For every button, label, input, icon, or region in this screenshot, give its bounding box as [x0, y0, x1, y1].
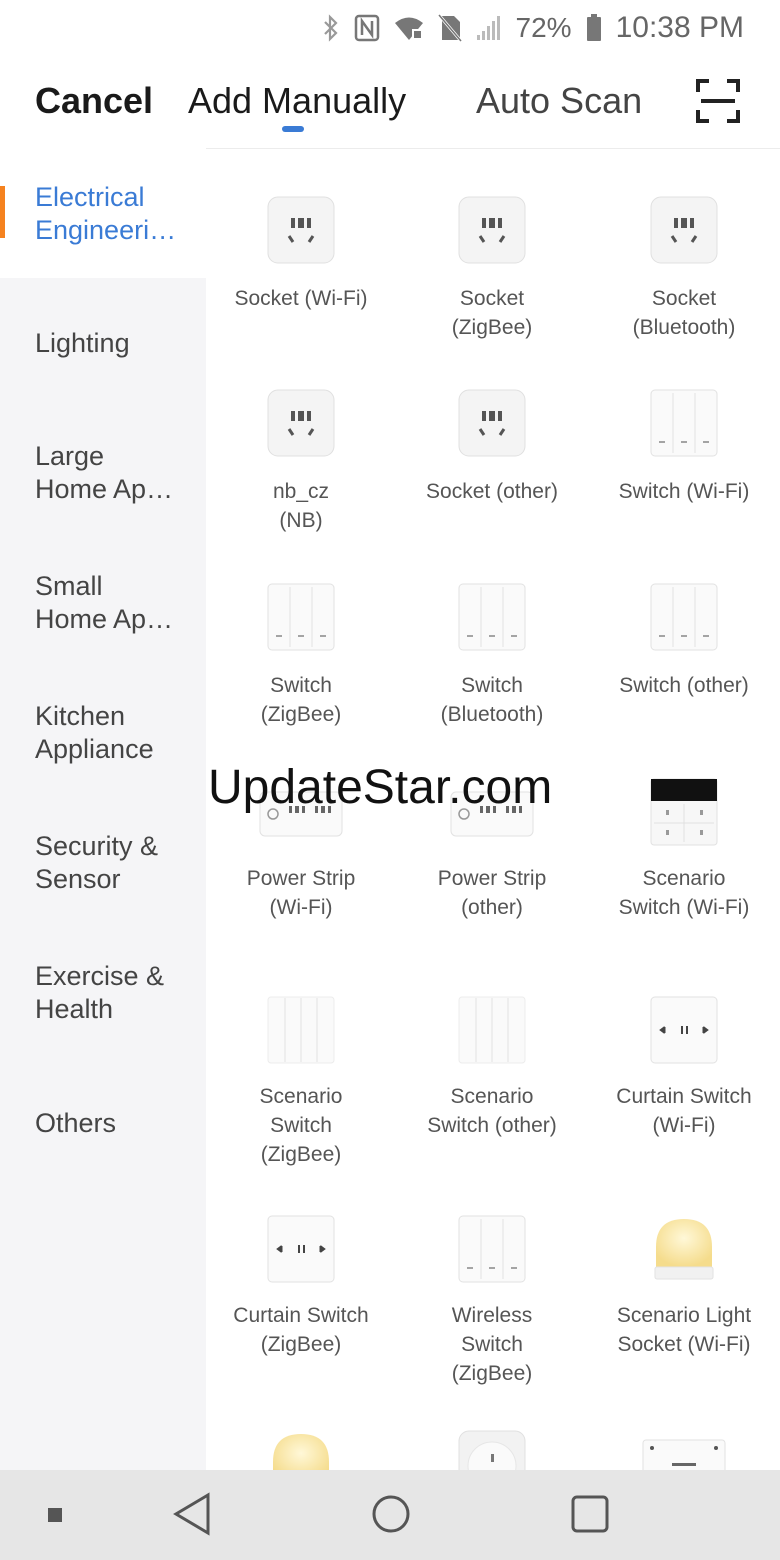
sidebar-item-lighting[interactable]: Lighting: [0, 278, 206, 408]
device-label: Scenario Switch (other): [427, 1085, 557, 1137]
sidebar-item-label: Kitchen Appliance: [35, 701, 154, 764]
sidebar-item-label: Electrical Engineeri…: [35, 182, 177, 245]
device-tile[interactable]: Switch (Wi-Fi): [589, 389, 779, 539]
header: Cancel Add Manually Auto Scan: [0, 56, 780, 149]
sidebar-item-kitchen-appliance[interactable]: Kitchen Appliance: [0, 668, 206, 798]
sidebar-item-label: Exercise & Health: [35, 961, 165, 1024]
socket-icon: [267, 196, 335, 264]
device-label: Power Strip (other): [437, 867, 547, 919]
device-tile[interactable]: Scenario Switch (ZigBee): [206, 996, 396, 1166]
device-tile[interactable]: Socket (ZigBee): [397, 196, 587, 346]
tab-auto-scan[interactable]: Auto Scan: [476, 80, 642, 122]
battery-icon: [586, 14, 601, 41]
device-tile[interactable]: Switch (Bluetooth): [397, 583, 587, 733]
device-tile[interactable]: [589, 1430, 779, 1470]
device-label: nb_cz (NB): [272, 480, 330, 532]
device-tile[interactable]: Socket (other): [397, 389, 587, 539]
wall-switch-icon: [458, 583, 526, 651]
device-label: Curtain Switch (Wi-Fi): [616, 1085, 752, 1137]
curtain-switch-icon: [267, 1215, 335, 1283]
navigation-bar: [0, 1470, 780, 1560]
sidebar-item-label: Lighting: [35, 328, 130, 358]
device-tile[interactable]: [397, 1430, 587, 1470]
active-category-indicator: [0, 186, 5, 238]
tab-add-manually[interactable]: Add Manually: [188, 80, 406, 122]
clock: 10:38 PM: [615, 11, 744, 44]
device-label: Socket (Wi-Fi): [234, 287, 368, 310]
sidebar-item-others[interactable]: Others: [0, 1058, 206, 1188]
scenario-switch-icon: [267, 996, 335, 1064]
device-tile[interactable]: Scenario Light Socket (Wi-Fi): [589, 1215, 779, 1385]
device-tile[interactable]: Switch (ZigBee): [206, 583, 396, 733]
device-label: Switch (ZigBee): [260, 674, 342, 726]
device-label: Switch (Wi-Fi): [618, 480, 750, 503]
device-label: Scenario Light Socket (Wi-Fi): [616, 1304, 752, 1356]
nfc-icon: [354, 14, 379, 42]
signal-icon: [476, 16, 500, 40]
device-tile[interactable]: Socket (Wi-Fi): [206, 196, 396, 346]
bluetooth-icon: [323, 14, 338, 42]
socket-icon: [458, 196, 526, 264]
watermark: UpdateStar.com: [208, 761, 553, 814]
battery-percent: 72%: [515, 12, 572, 43]
home-icon[interactable]: [370, 1492, 412, 1536]
device-label: Socket (ZigBee): [451, 287, 533, 339]
device-label: Scenario Switch (Wi-Fi): [618, 867, 750, 919]
sidebar-item-small-home-appliance[interactable]: Small Home Ap…: [0, 538, 206, 668]
device-tile[interactable]: Curtain Switch (Wi-Fi): [589, 996, 779, 1166]
active-tab-indicator: [282, 126, 304, 132]
device-label: Socket (Bluetooth): [632, 287, 736, 339]
cancel-button[interactable]: Cancel: [35, 80, 153, 122]
lamp-icon: [273, 1434, 329, 1470]
device-tile[interactable]: Curtain Switch (ZigBee): [206, 1215, 396, 1385]
wall-switch-icon: [650, 389, 718, 457]
sidebar-item-security-sensor[interactable]: Security & Sensor: [0, 798, 206, 928]
on-off-panel-icon: [642, 1439, 726, 1470]
scenario-panel-icon: [650, 778, 718, 846]
lamp-icon: [654, 1219, 714, 1280]
device-tile[interactable]: Switch (other): [589, 583, 779, 733]
sidebar-item-label: Security & Sensor: [35, 831, 159, 894]
wall-switch-icon: [267, 583, 335, 651]
socket-icon: [650, 196, 718, 264]
device-label: Switch (Bluetooth): [440, 674, 544, 726]
device-tile[interactable]: Socket (Bluetooth): [589, 196, 779, 346]
sidebar-item-exercise-health[interactable]: Exercise & Health: [0, 928, 206, 1058]
device-label: Wireless Switch (ZigBee): [451, 1304, 533, 1385]
back-icon[interactable]: [172, 1492, 212, 1536]
sidebar-item-label: Large Home Ap…: [35, 441, 174, 504]
device-label: Power Strip (Wi-Fi): [246, 867, 356, 919]
socket-icon: [267, 389, 335, 457]
scan-icon[interactable]: [695, 78, 741, 124]
device-tile[interactable]: Scenario Switch (Wi-Fi): [589, 778, 779, 928]
status-icons: 72% 10:38 PM: [322, 10, 744, 46]
device-tile[interactable]: [206, 1430, 396, 1470]
device-label: Switch (other): [619, 674, 749, 697]
no-sim-icon: [437, 14, 462, 42]
device-label: Curtain Switch (ZigBee): [233, 1304, 369, 1356]
status-bar: 72% 10:38 PM: [0, 0, 780, 56]
device-label: Scenario Switch (ZigBee): [259, 1085, 343, 1166]
device-tile[interactable]: Scenario Switch (other): [397, 996, 587, 1166]
sidebar-item-electrical-engineering[interactable]: Electrical Engineeri…: [0, 148, 206, 278]
scenario-switch-icon: [458, 996, 526, 1064]
wifi-icon: [394, 17, 423, 40]
category-sidebar: Electrical Engineeri… Lighting Large Hom…: [0, 148, 206, 1470]
wall-switch-icon: [650, 583, 718, 651]
wall-switch-icon: [458, 1215, 526, 1283]
curtain-switch-icon: [650, 996, 718, 1064]
device-tile[interactable]: nb_cz (NB): [206, 389, 396, 539]
sidebar-item-label: Small Home Ap…: [35, 571, 174, 634]
round-plug-icon: [458, 1430, 526, 1470]
sidebar-item-large-home-appliance[interactable]: Large Home Ap…: [0, 408, 206, 538]
menu-dot-icon[interactable]: [48, 1508, 62, 1522]
recents-icon[interactable]: [570, 1492, 610, 1536]
device-tile[interactable]: Wireless Switch (ZigBee): [397, 1215, 587, 1385]
device-label: Socket (other): [426, 480, 558, 503]
socket-icon: [458, 389, 526, 457]
sidebar-item-label: Others: [35, 1108, 117, 1138]
